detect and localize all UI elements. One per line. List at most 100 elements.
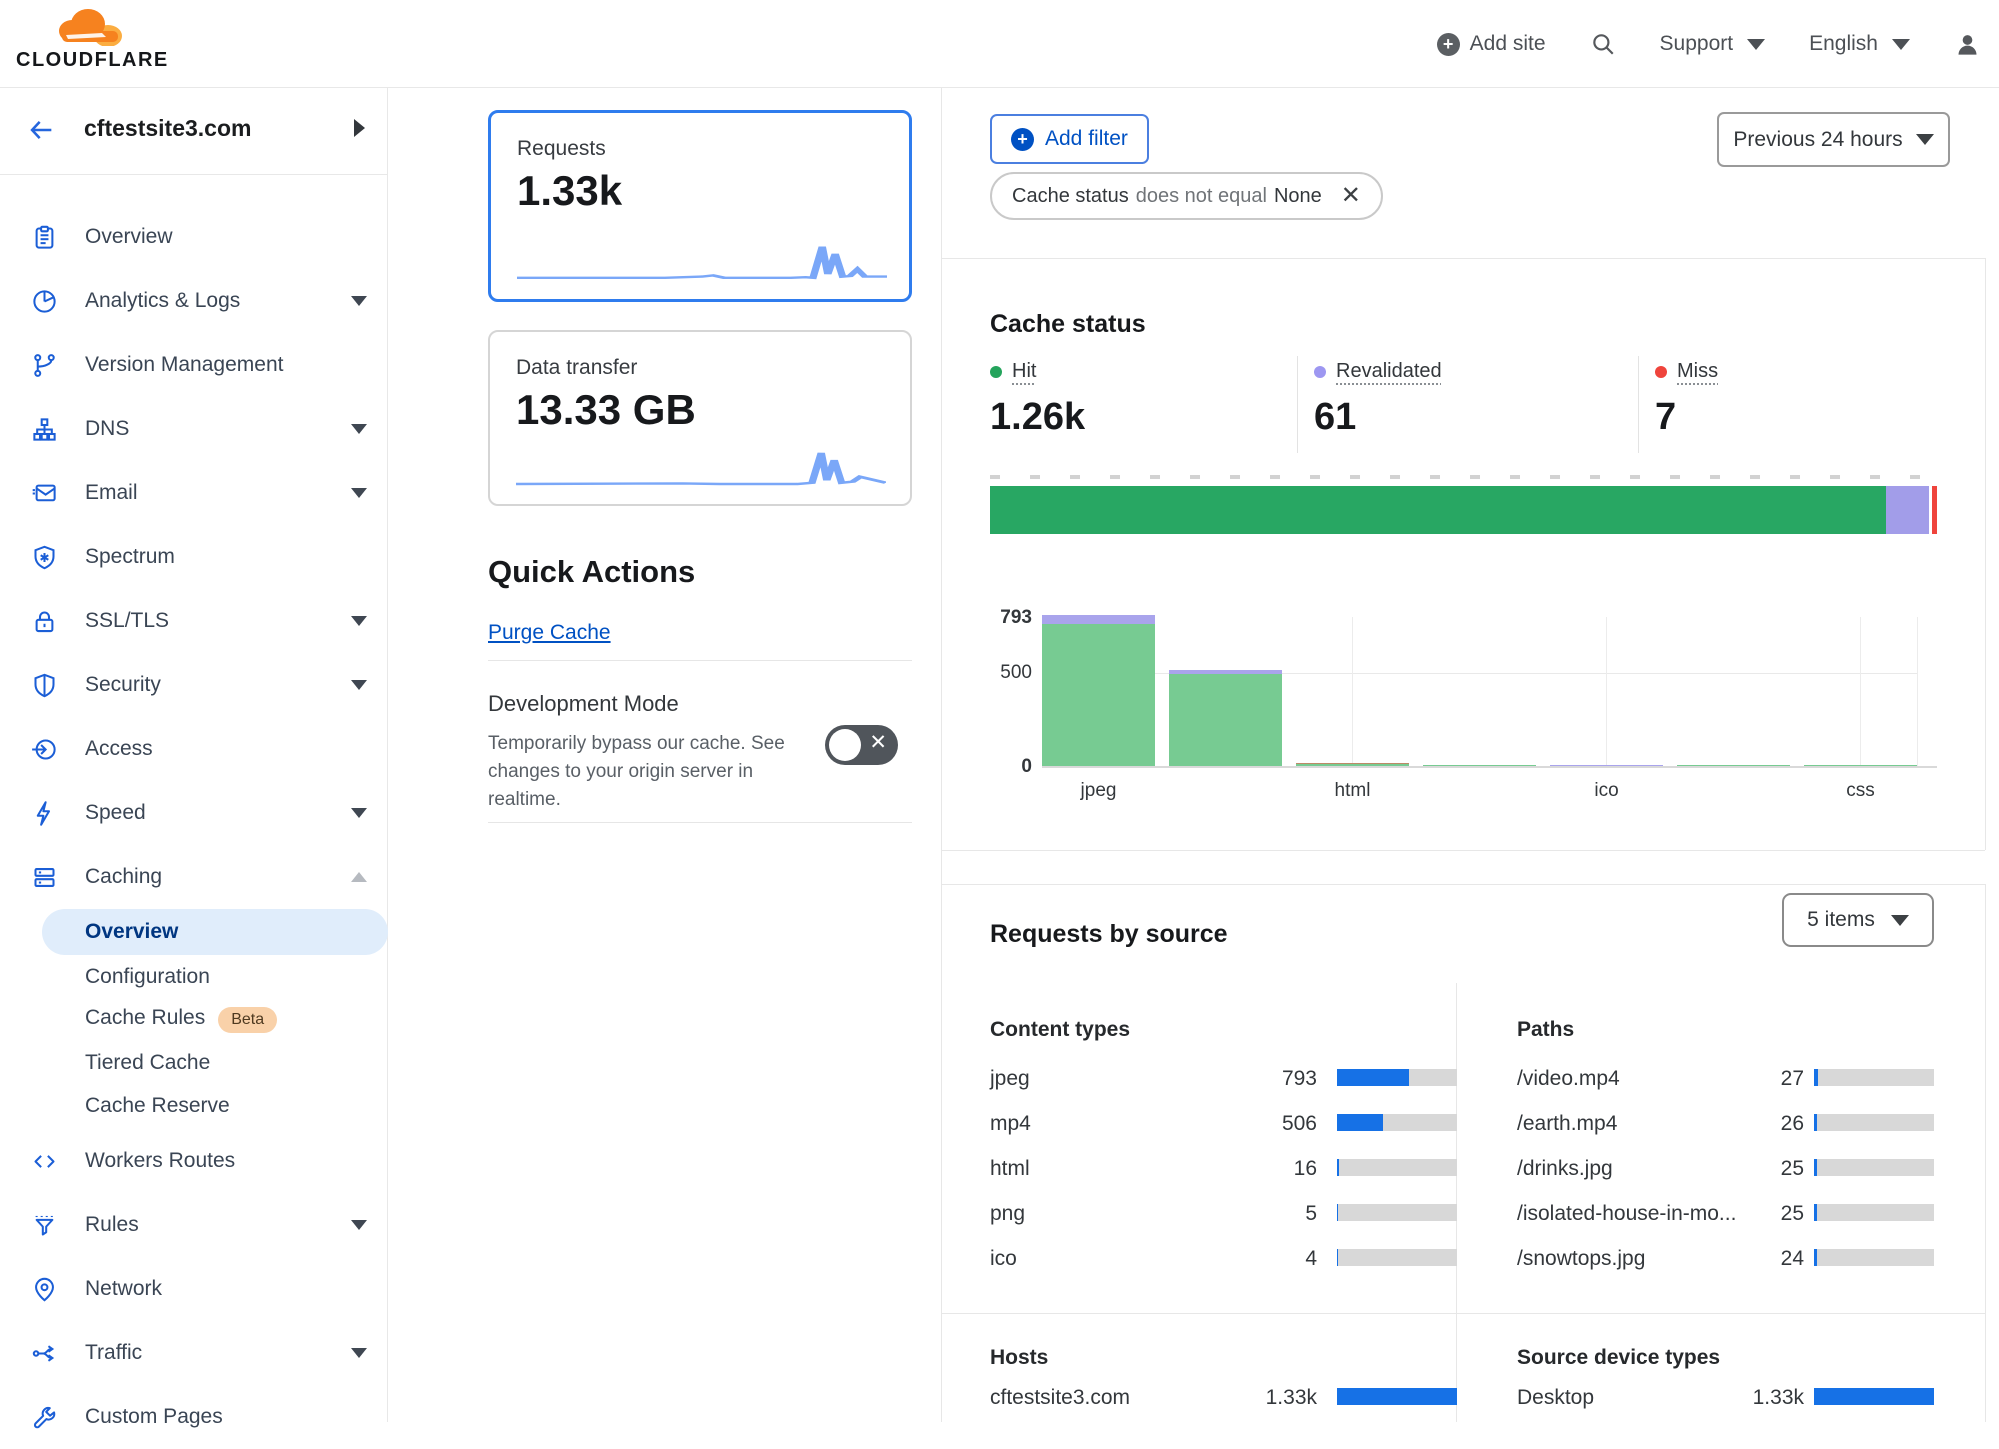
sidebar-item-traffic[interactable]: Traffic <box>0 1321 387 1385</box>
sidebar-item-workers-routes[interactable]: Workers Routes <box>0 1129 387 1193</box>
sidebar-item-network[interactable]: Network <box>0 1257 387 1321</box>
site-header: cftestsite3.com <box>0 88 387 175</box>
chevron-down-icon <box>351 488 367 498</box>
paths-list: /video.mp4 27 /earth.mp4 26 /drinks.jpg … <box>1517 1057 1987 1282</box>
sidebar-item-rules[interactable]: Rules <box>0 1193 387 1257</box>
divider <box>1638 356 1639 453</box>
revalidated-value: 61 <box>1314 396 1442 439</box>
content-types-list: jpeg 793 mp4 506 html 16 png 5 ico 4 <box>990 1057 1460 1282</box>
pie-chart-icon <box>31 288 58 315</box>
development-mode-description: Temporarily bypass our cache. See change… <box>488 730 800 814</box>
stat-hit: Hit 1.26k <box>990 360 1085 439</box>
filter-chip-cache-status[interactable]: Cache status does not equal None ✕ <box>990 172 1383 220</box>
sidebar-item-email[interactable]: Email <box>0 461 387 525</box>
requests-metric-card[interactable]: Requests 1.33k <box>488 110 912 302</box>
sidebar-item-caching[interactable]: Caching <box>0 845 387 909</box>
chevron-down-icon <box>351 296 367 306</box>
login-arrow-icon <box>31 736 58 763</box>
bar-segment-revalidated <box>1169 670 1282 675</box>
sidebar-subitem-tiered-cache[interactable]: Tiered Cache <box>0 1041 387 1084</box>
x-tick-label: jpeg <box>1042 780 1155 802</box>
chevron-down-icon <box>351 1220 367 1230</box>
divider <box>942 884 1985 885</box>
chevron-down-icon <box>351 808 367 818</box>
x-tick-label: ico <box>1550 780 1663 802</box>
sidebar-item-overview[interactable]: Overview <box>0 205 387 269</box>
sidebar-item-ssl-tls[interactable]: SSL/TLS <box>0 589 387 653</box>
support-menu[interactable]: Support <box>1660 32 1766 56</box>
lightning-icon <box>31 800 58 827</box>
divider <box>942 1313 1985 1314</box>
sidebar-item-dns[interactable]: DNS <box>0 397 387 461</box>
toggle-knob <box>829 729 861 761</box>
site-switcher-caret-icon[interactable] <box>354 119 365 137</box>
sidebar-subitem-cache-reserve[interactable]: Cache Reserve <box>0 1084 387 1127</box>
revalidated-label[interactable]: Revalidated <box>1336 360 1442 383</box>
bar-chart-x-labels: jpeghtmlicocss <box>1042 780 1937 804</box>
chevron-down-icon <box>351 680 367 690</box>
miss-value: 7 <box>1655 396 1718 439</box>
sidebar-item-custom-pages[interactable]: Custom Pages <box>0 1385 387 1449</box>
top-header: CLOUDFLARE + Add site Support English <box>0 0 1999 88</box>
miss-label[interactable]: Miss <box>1677 360 1718 383</box>
purge-cache-link[interactable]: Purge Cache <box>488 621 611 645</box>
hit-label[interactable]: Hit <box>1012 360 1036 383</box>
stat-revalidated: Revalidated 61 <box>1314 360 1442 439</box>
account-menu[interactable] <box>1954 31 1981 58</box>
chevron-down-icon <box>1747 39 1765 50</box>
content-type-bar-chart <box>1042 617 1937 768</box>
sidebar-item-version-management[interactable]: Version Management <box>0 333 387 397</box>
back-arrow-icon[interactable] <box>28 116 56 149</box>
search-button[interactable] <box>1590 31 1616 57</box>
sidebar-item-access[interactable]: Access <box>0 717 387 781</box>
data-transfer-metric-card[interactable]: Data transfer 13.33 GB <box>488 330 912 506</box>
requests-by-source-title: Requests by source <box>990 920 1228 949</box>
list-item: Desktop 1.33k <box>1517 1376 1987 1421</box>
development-mode-toggle[interactable]: ✕ <box>825 725 898 765</box>
sidebar-item-security[interactable]: Security <box>0 653 387 717</box>
card-border <box>1985 258 1986 850</box>
x-tick-label: css <box>1804 780 1917 802</box>
sidebar-item-speed[interactable]: Speed <box>0 781 387 845</box>
add-site-button[interactable]: + Add site <box>1437 32 1546 56</box>
cloudflare-wordmark: CLOUDFLARE <box>16 49 166 72</box>
hosts-heading: Hosts <box>990 1346 1048 1370</box>
traffic-split-icon <box>31 1340 58 1367</box>
divider <box>942 850 1985 851</box>
development-mode-title: Development Mode <box>488 691 679 717</box>
add-filter-button[interactable]: + Add filter <box>990 114 1149 164</box>
items-count-dropdown[interactable]: 5 items <box>1782 893 1934 947</box>
revalidated-legend-dot <box>1314 366 1326 378</box>
content-types-heading: Content types <box>990 1018 1130 1042</box>
funnel-icon <box>31 1212 58 1239</box>
quick-actions-title: Quick Actions <box>488 554 695 590</box>
time-range-dropdown[interactable]: Previous 24 hours <box>1717 112 1950 167</box>
bar-segment-miss <box>1296 763 1409 765</box>
sidebar-nav: Overview Analytics & Logs Version Manage… <box>0 175 387 1449</box>
sidebar-subitem-cache-rules[interactable]: Cache RulesBeta <box>0 998 387 1041</box>
list-item: /video.mp4 27 <box>1517 1057 1987 1102</box>
list-item: ico 4 <box>990 1237 1460 1282</box>
stat-miss: Miss 7 <box>1655 360 1718 439</box>
requests-sparkline <box>517 237 887 285</box>
data-transfer-sparkline <box>516 442 886 490</box>
chevron-down-icon <box>1916 134 1934 145</box>
remove-filter-icon[interactable]: ✕ <box>1341 184 1361 208</box>
cloudflare-logo[interactable]: CLOUDFLARE <box>16 6 166 72</box>
plus-circle-icon: + <box>1011 128 1034 151</box>
list-item: png 5 <box>990 1192 1460 1237</box>
list-item: mp4 506 <box>990 1102 1460 1147</box>
hit-legend-dot <box>990 366 1002 378</box>
chevron-up-icon <box>351 872 367 882</box>
y-tick-0: 0 <box>942 756 1032 778</box>
sidebar-item-analytics-logs[interactable]: Analytics & Logs <box>0 269 387 333</box>
sidebar-subitem-configuration[interactable]: Configuration <box>0 955 387 998</box>
chevron-down-icon <box>1892 39 1910 50</box>
requests-value: 1.33k <box>517 167 622 215</box>
sidebar-subitem-caching-overview[interactable]: Overview <box>42 909 388 955</box>
cache-status-stacked-bar <box>990 486 1937 534</box>
sidebar-item-spectrum[interactable]: Spectrum <box>0 525 387 589</box>
language-menu[interactable]: English <box>1809 32 1910 56</box>
list-item: html 16 <box>990 1147 1460 1192</box>
data-transfer-value: 13.33 GB <box>516 386 696 434</box>
